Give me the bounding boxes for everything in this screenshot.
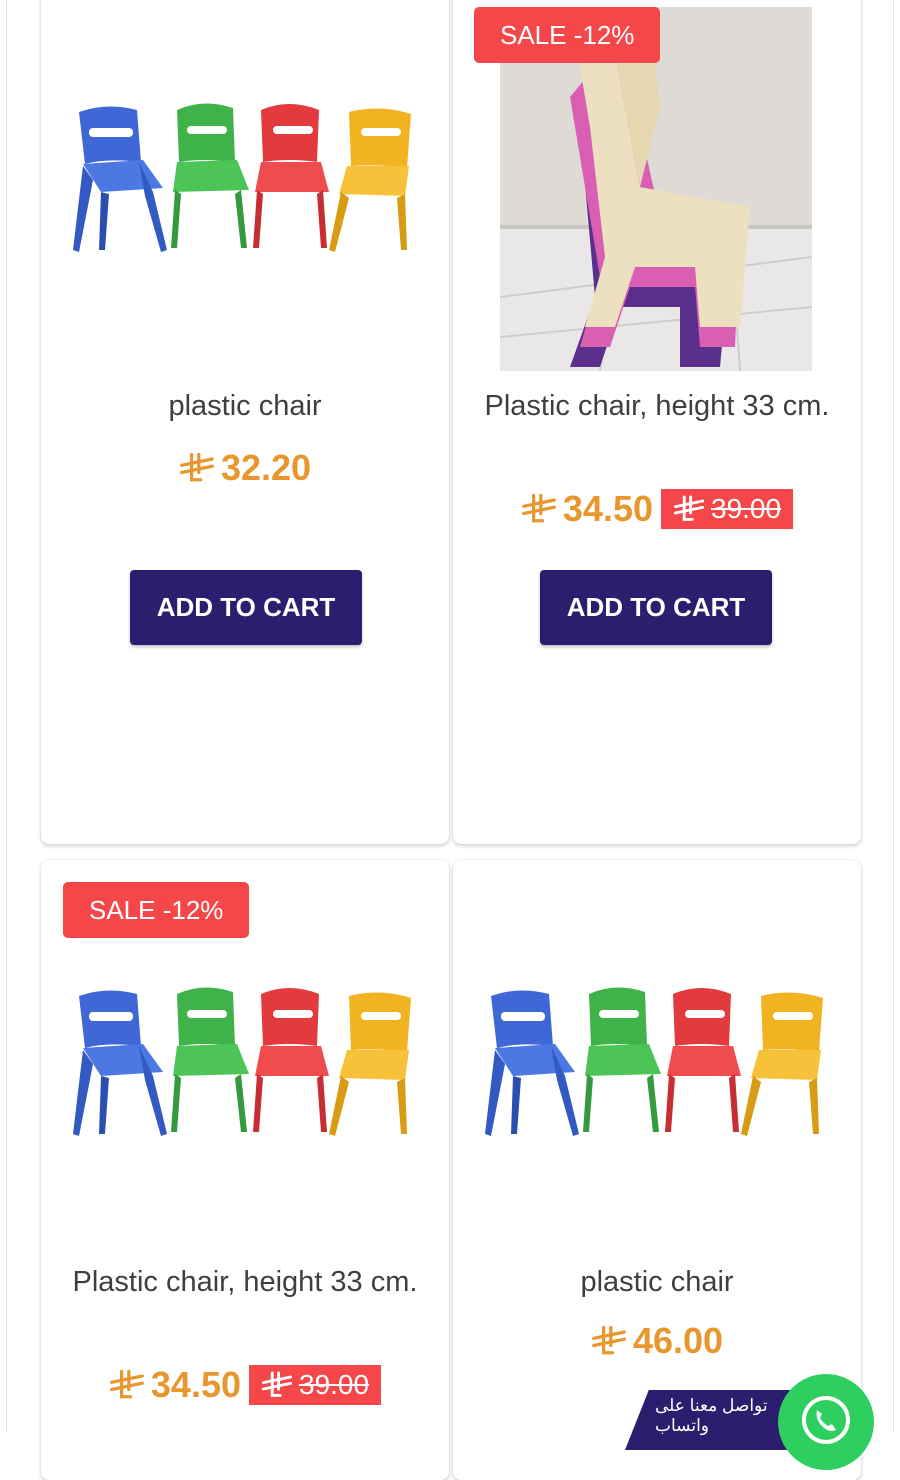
sar-currency-icon: [521, 493, 557, 525]
product-price: 34.50: [521, 488, 653, 530]
sar-currency-icon: [109, 1369, 145, 1401]
sar-currency-icon: [591, 1325, 627, 1357]
sale-badge: SALE -12%: [474, 7, 661, 63]
product-card[interactable]: SALE -12% Plastic chair, height 33 cm. 3…: [41, 860, 449, 1480]
frame-border-right: [893, 0, 894, 1432]
add-to-cart-button[interactable]: ADD TO CART: [130, 570, 362, 645]
sar-currency-icon: [261, 1371, 293, 1399]
add-to-cart-button[interactable]: ADD TO CART: [540, 570, 772, 645]
whatsapp-button[interactable]: [778, 1374, 874, 1470]
product-image-chairs[interactable]: [67, 984, 427, 1144]
original-price: 39.00: [249, 1365, 382, 1405]
product-price: 34.50: [109, 1364, 241, 1406]
sar-currency-icon: [179, 452, 215, 484]
product-title[interactable]: Plastic chair, height 33 cm.: [71, 1260, 419, 1305]
frame-border-left: [6, 0, 7, 1432]
sale-badge: SALE -12%: [63, 882, 250, 938]
product-image-chairs[interactable]: [479, 984, 839, 1144]
whatsapp-contact-banner[interactable]: تواصل معنا على واتساب: [625, 1390, 795, 1450]
product-title[interactable]: plastic chair: [483, 1260, 831, 1305]
original-price: 39.00: [661, 489, 794, 529]
product-title[interactable]: plastic chair: [71, 384, 419, 429]
whatsapp-icon: [796, 1390, 856, 1455]
price-row: 34.50 39.00: [41, 1364, 449, 1406]
product-price: 46.00: [591, 1320, 723, 1362]
price-row: 34.50 39.00: [453, 488, 861, 530]
product-image-chairs[interactable]: [67, 100, 427, 260]
price-row: 32.20: [41, 447, 449, 489]
sar-currency-icon: [673, 495, 705, 523]
price-row: 46.00: [453, 1320, 861, 1362]
product-card[interactable]: plastic chair 32.20 ADD TO CART: [41, 0, 449, 844]
product-title[interactable]: Plastic chair, height 33 cm.: [483, 384, 831, 429]
product-card[interactable]: SALE -12% Plastic chair, height 33 cm. 3…: [453, 0, 861, 844]
product-price: 32.20: [179, 447, 311, 489]
